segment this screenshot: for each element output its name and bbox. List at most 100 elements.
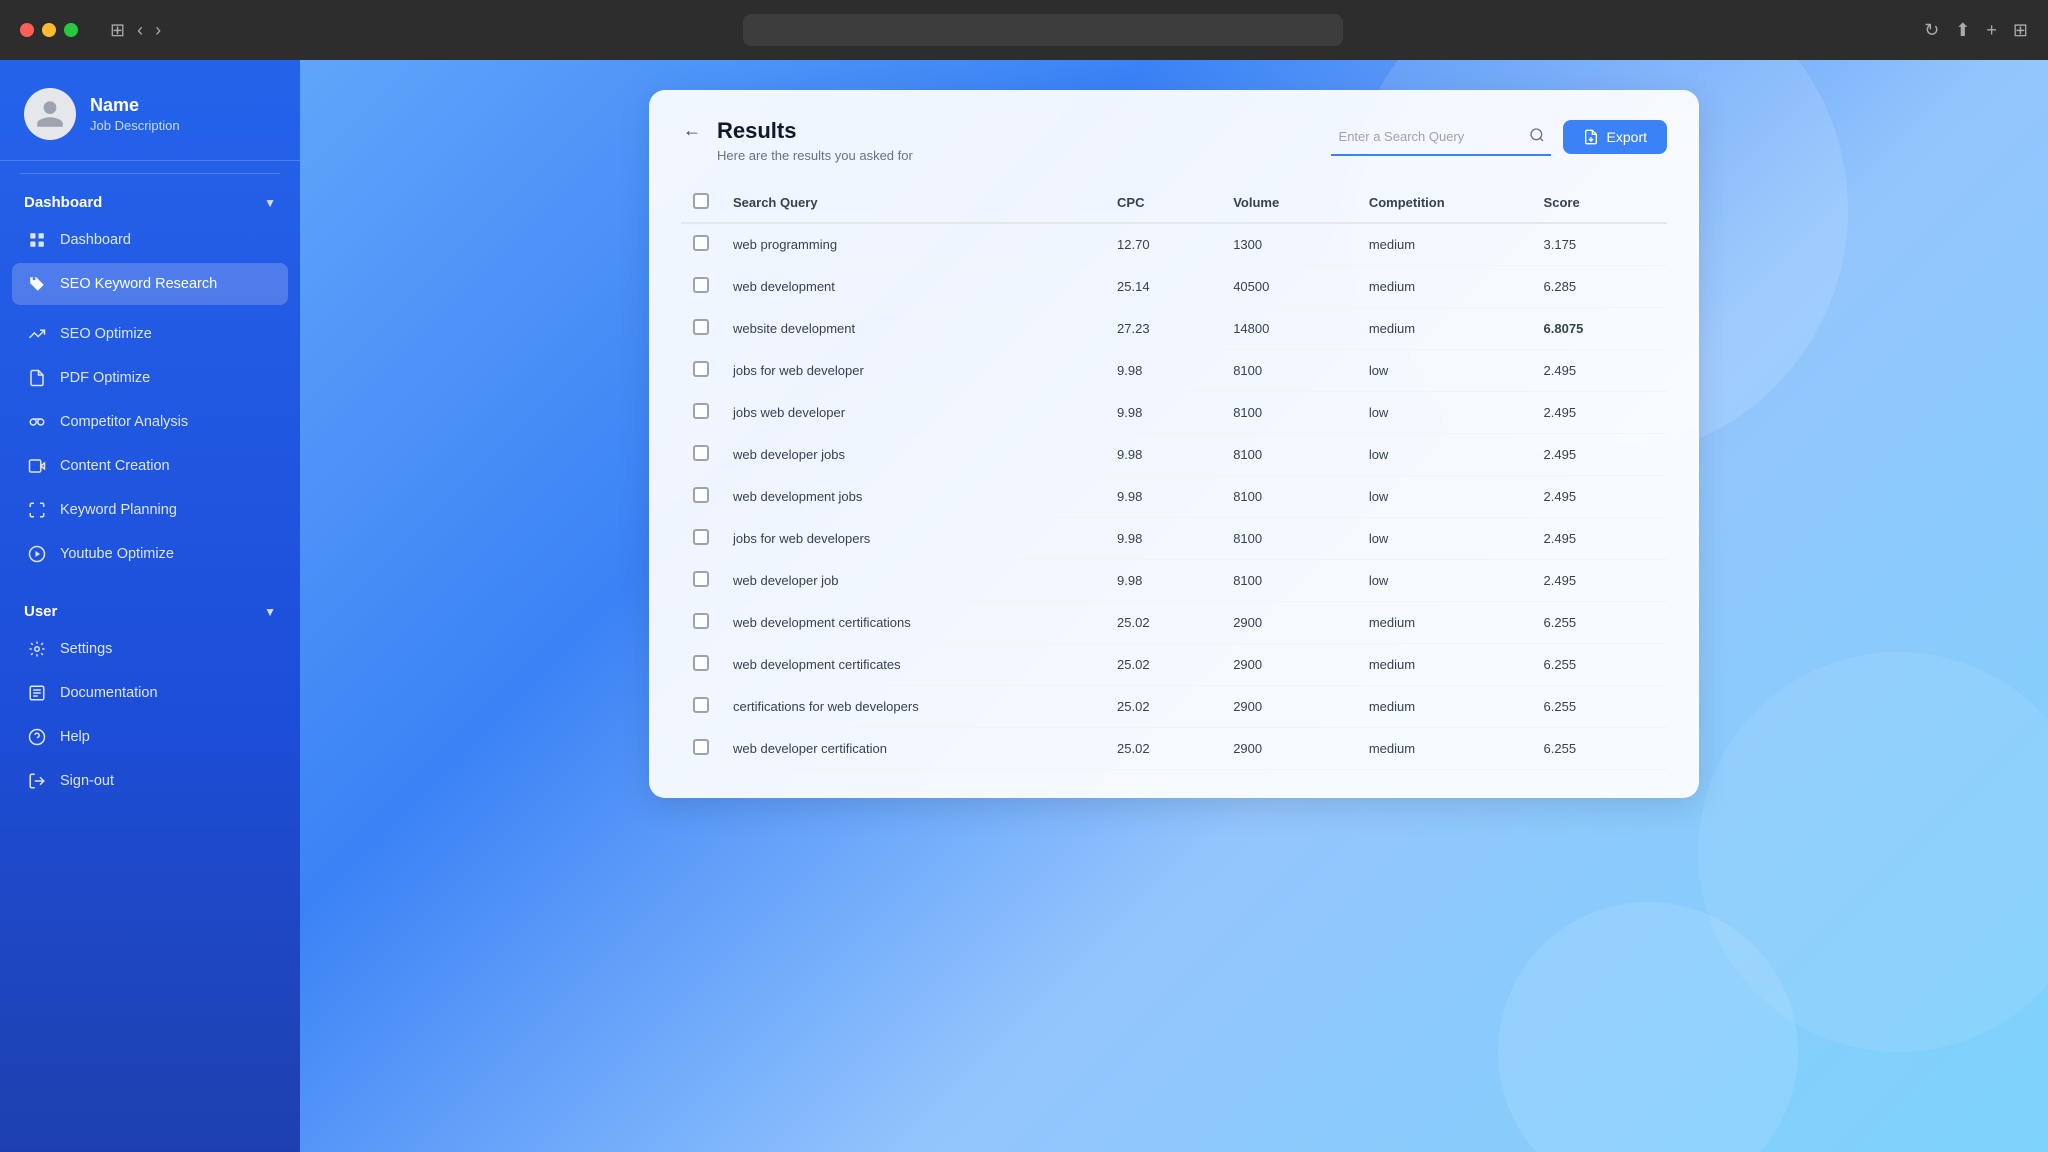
- row-checkbox[interactable]: [693, 403, 709, 419]
- row-query: web development: [721, 266, 1105, 308]
- row-query: web developer jobs: [721, 434, 1105, 476]
- row-score: 2.495: [1532, 434, 1667, 476]
- address-bar[interactable]: [743, 14, 1343, 46]
- row-checkbox[interactable]: [693, 361, 709, 377]
- select-all-checkbox[interactable]: [693, 193, 709, 209]
- row-query: certifications for web developers: [721, 686, 1105, 728]
- tools-nav-items: SEO Optimize PDF Optimize: [0, 313, 300, 575]
- row-checkbox[interactable]: [693, 445, 709, 461]
- add-tab-icon[interactable]: +: [1986, 20, 1997, 41]
- row-score: 6.255: [1532, 728, 1667, 770]
- row-cpc: 27.23: [1105, 308, 1221, 350]
- row-cpc: 25.02: [1105, 602, 1221, 644]
- row-checkbox[interactable]: [693, 487, 709, 503]
- col-header-cpc: CPC: [1105, 183, 1221, 223]
- row-volume: 40500: [1221, 266, 1357, 308]
- sidebar-item-seo-optimize[interactable]: SEO Optimize: [12, 313, 288, 355]
- sidebar-item-pdf-optimize[interactable]: PDF Optimize: [12, 357, 288, 399]
- row-query: website development: [721, 308, 1105, 350]
- row-checkbox[interactable]: [693, 529, 709, 545]
- back-button[interactable]: ←: [681, 118, 703, 143]
- results-header: ← Results Here are the results you asked…: [681, 118, 1667, 163]
- export-button[interactable]: Export: [1563, 120, 1667, 154]
- row-competition: medium: [1357, 266, 1532, 308]
- close-button[interactable]: [20, 23, 34, 37]
- results-table: Search Query CPC Volume Competition Scor: [681, 183, 1667, 770]
- sidebar-item-competitor-analysis[interactable]: Competitor Analysis: [12, 401, 288, 443]
- row-competition: medium: [1357, 728, 1532, 770]
- profile-info: Name Job Description: [90, 95, 180, 133]
- row-checkbox[interactable]: [693, 571, 709, 587]
- row-checkbox-cell: [681, 518, 721, 560]
- row-checkbox[interactable]: [693, 613, 709, 629]
- row-volume: 8100: [1221, 392, 1357, 434]
- user-section-label: User: [24, 603, 57, 620]
- sidebar-item-youtube-optimize[interactable]: Youtube Optimize: [12, 533, 288, 575]
- sidebar-item-settings[interactable]: Settings: [12, 628, 288, 670]
- user-section: User ▼ Settings: [0, 595, 300, 802]
- row-score: 3.175: [1532, 223, 1667, 266]
- row-cpc: 9.98: [1105, 392, 1221, 434]
- row-checkbox-cell: [681, 308, 721, 350]
- user-chevron-icon: ▼: [264, 605, 276, 619]
- row-cpc: 25.14: [1105, 266, 1221, 308]
- row-competition: low: [1357, 434, 1532, 476]
- sidebar-item-pdf-optimize-label: PDF Optimize: [60, 370, 150, 386]
- row-checkbox-cell: [681, 266, 721, 308]
- search-button[interactable]: [1529, 127, 1545, 148]
- content-area: ← Results Here are the results you asked…: [300, 60, 2048, 1152]
- sidebar-item-sign-out-label: Sign-out: [60, 773, 114, 789]
- grid-view-icon[interactable]: ⊞: [2013, 20, 2028, 41]
- row-checkbox-cell: [681, 560, 721, 602]
- row-checkbox[interactable]: [693, 655, 709, 671]
- dashboard-section-header[interactable]: Dashboard ▼: [0, 186, 300, 219]
- titlebar: ⊞ ‹ › ↻ ⬆ + ⊞: [0, 0, 2048, 60]
- table-row: web development certificates 25.02 2900 …: [681, 644, 1667, 686]
- sidebar-item-competitor-analysis-label: Competitor Analysis: [60, 414, 188, 430]
- table-row: jobs for web developer 9.98 8100 low 2.4…: [681, 350, 1667, 392]
- row-checkbox[interactable]: [693, 697, 709, 713]
- col-header-query: Search Query: [721, 183, 1105, 223]
- row-volume: 2900: [1221, 728, 1357, 770]
- row-checkbox-cell: [681, 223, 721, 266]
- user-section-header[interactable]: User ▼: [0, 595, 300, 628]
- export-label: Export: [1607, 129, 1647, 145]
- row-score: 6.8075: [1532, 308, 1667, 350]
- row-score: 6.285: [1532, 266, 1667, 308]
- back-icon[interactable]: ‹: [137, 20, 143, 41]
- sidebar-item-dashboard[interactable]: Dashboard: [12, 219, 288, 261]
- share-icon[interactable]: ⬆: [1955, 20, 1970, 41]
- back-arrow-icon: ←: [683, 120, 701, 141]
- row-cpc: 25.02: [1105, 644, 1221, 686]
- results-panel: ← Results Here are the results you asked…: [649, 90, 1699, 798]
- refresh-icon[interactable]: ↻: [1924, 20, 1939, 41]
- row-checkbox[interactable]: [693, 319, 709, 335]
- sidebar-item-help-label: Help: [60, 729, 90, 745]
- row-checkbox[interactable]: [693, 277, 709, 293]
- sidebar-item-keyword-planning[interactable]: Keyword Planning: [12, 489, 288, 531]
- search-input[interactable]: [1331, 118, 1551, 156]
- minimize-button[interactable]: [42, 23, 56, 37]
- table-row: jobs web developer 9.98 8100 low 2.495: [681, 392, 1667, 434]
- titlebar-right: ↻ ⬆ + ⊞: [1924, 20, 2028, 41]
- maximize-button[interactable]: [64, 23, 78, 37]
- row-competition: low: [1357, 518, 1532, 560]
- sidebar-item-content-creation[interactable]: Content Creation: [12, 445, 288, 487]
- sidebar-divider: [20, 173, 280, 174]
- sidebar-item-documentation[interactable]: Documentation: [12, 672, 288, 714]
- forward-icon[interactable]: ›: [155, 20, 161, 41]
- row-checkbox[interactable]: [693, 739, 709, 755]
- help-icon: [26, 726, 48, 748]
- row-checkbox[interactable]: [693, 235, 709, 251]
- sidebar-toggle-icon[interactable]: ⊞: [110, 20, 125, 41]
- row-query: jobs web developer: [721, 392, 1105, 434]
- row-query: web programming: [721, 223, 1105, 266]
- sidebar-item-help[interactable]: Help: [12, 716, 288, 758]
- sidebar-item-sign-out[interactable]: Sign-out: [12, 760, 288, 802]
- row-volume: 14800: [1221, 308, 1357, 350]
- row-score: 2.495: [1532, 392, 1667, 434]
- sidebar-item-seo-keyword[interactable]: SEO Keyword Research: [12, 263, 288, 305]
- row-volume: 1300: [1221, 223, 1357, 266]
- dashboard-section-label: Dashboard: [24, 194, 102, 211]
- row-checkbox-cell: [681, 686, 721, 728]
